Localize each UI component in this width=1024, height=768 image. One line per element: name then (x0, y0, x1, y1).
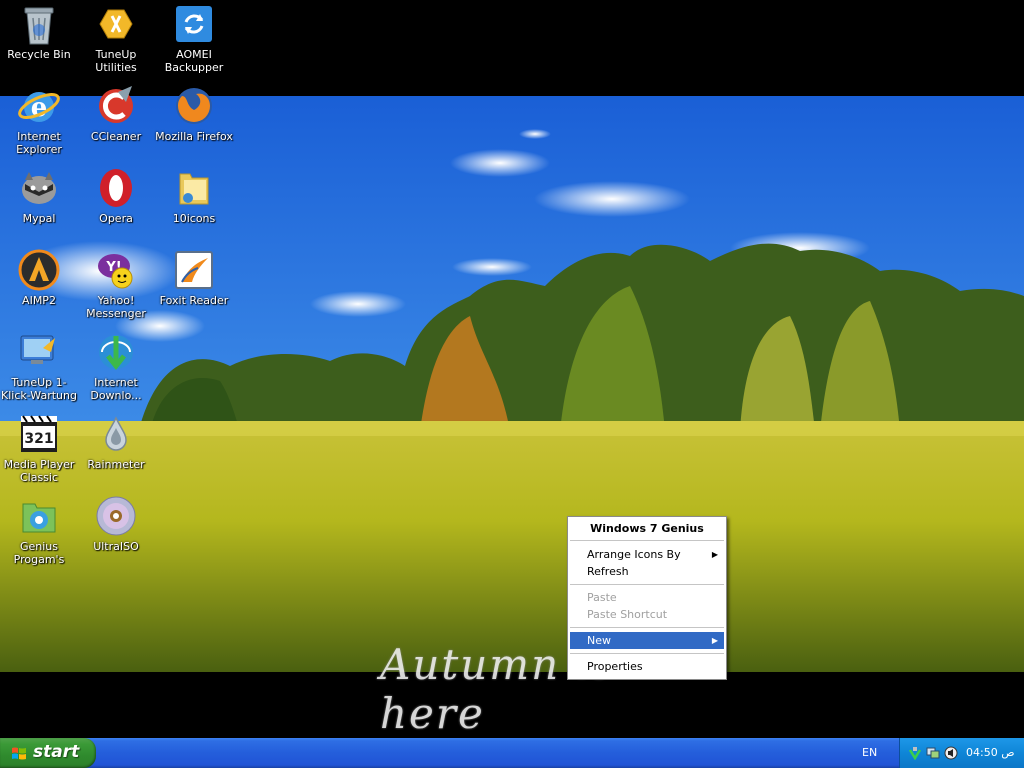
desktop-icon-label: Recycle Bin (7, 48, 71, 61)
menu-item-label: Properties (587, 660, 643, 673)
svg-text:321: 321 (24, 431, 53, 447)
folder-icon (179, 173, 209, 205)
windows-logo-icon (12, 747, 26, 760)
rainmeter-icon (105, 416, 127, 451)
submenu-arrow-icon: ▶ (711, 550, 718, 559)
desktop-icon-rainmeter[interactable]: Rainmeter (77, 412, 155, 471)
taskbar: start EN 04:50 ص (0, 738, 1024, 768)
start-button[interactable]: start (0, 738, 96, 768)
genius-programs-icon (22, 503, 56, 533)
desktop-icon-label: 10icons (172, 212, 216, 225)
desktop-icon-label: Opera (99, 212, 133, 225)
menu-item-paste[interactable]: Paste (570, 589, 724, 606)
aimp-icon (18, 249, 60, 291)
menu-separator (570, 653, 724, 654)
desktop-icon-genius-programs[interactable]: Genius Progam's (0, 494, 78, 566)
submenu-arrow-icon: ▶ (711, 636, 718, 645)
menu-item-new[interactable]: New ▶ (570, 632, 724, 649)
system-tray: 04:50 ص (899, 738, 1024, 768)
desktop-icon-foxit-reader[interactable]: Foxit Reader (155, 248, 233, 307)
menu-separator (570, 540, 724, 541)
menu-item-label: Paste (587, 591, 617, 604)
menu-separator (570, 584, 724, 585)
desktop-icon-recycle-bin[interactable]: Recycle Bin (0, 2, 78, 61)
media-player-classic-icon: 321 (21, 415, 57, 452)
desktop-icon-internet-explorer[interactable]: e Internet Explorer (0, 84, 78, 156)
desktop-icon-aomei-backupper[interactable]: AOMEI Backupper (155, 2, 233, 74)
ccleaner-icon (99, 86, 133, 123)
desktop-icon-label: Yahoo! Messenger (86, 294, 146, 320)
desktop-icon-internet-download-manager[interactable]: Internet Downlo... (77, 330, 155, 402)
menu-item-label: Arrange Icons By (587, 548, 681, 561)
desktop-icon-tuneup-1-klick-wartung[interactable]: TuneUp 1-Klick-Wartung (0, 330, 78, 402)
desktop-icon-label: Internet Downlo... (90, 376, 142, 402)
desktop-icon-10icons[interactable]: 10icons (155, 166, 233, 225)
desktop-icon-label: Genius Progam's (13, 540, 65, 566)
menu-item-refresh[interactable]: Refresh (570, 563, 724, 580)
start-label: start (33, 742, 80, 762)
desktop-icon-ccleaner[interactable]: CCleaner (77, 84, 155, 143)
menu-separator (570, 627, 724, 628)
volume-icon[interactable] (944, 746, 958, 760)
desktop-icon-media-player-classic[interactable]: 321 Media Player Classic (0, 412, 78, 484)
desktop-icon-label: Mozilla Firefox (155, 130, 233, 143)
recycle-bin-icon (24, 7, 54, 45)
ultraiso-icon (96, 496, 136, 536)
desktop-icon-aimp2[interactable]: AIMP2 (0, 248, 78, 307)
network-icon[interactable] (926, 746, 940, 760)
desktop-icon-label: AIMP2 (22, 294, 56, 307)
desktop-icon-label: TuneUp Utilities (95, 48, 137, 74)
language-indicator[interactable]: EN (862, 746, 877, 759)
menu-item-arrange-icons-by[interactable]: Arrange Icons By ▶ (570, 546, 724, 563)
menu-item-label: Paste Shortcut (587, 608, 668, 621)
desktop-icon-label: Internet Explorer (16, 130, 62, 156)
yahoo-messenger-icon: Y! (98, 254, 133, 289)
internet-download-manager-icon (99, 335, 133, 371)
desktop-icon-tuneup-utilities[interactable]: TuneUp Utilities (77, 2, 155, 74)
tuneup-utilities-icon (99, 9, 133, 39)
desktop-icon-mozilla-firefox[interactable]: Mozilla Firefox (155, 84, 233, 143)
desktop-icon-opera[interactable]: Opera (77, 166, 155, 225)
desktop-icon-label: CCleaner (90, 130, 142, 143)
menu-item-properties[interactable]: Properties (570, 658, 724, 675)
desktop-icon-label: Mypal (22, 212, 56, 225)
taskbar-clock[interactable]: 04:50 ص (966, 746, 1015, 759)
desktop-icon-yahoo-messenger[interactable]: Y! Yahoo! Messenger (77, 248, 155, 320)
mypal-icon (22, 172, 56, 204)
menu-item-paste-shortcut[interactable]: Paste Shortcut (570, 606, 724, 623)
tuneup-oneclick-icon (20, 335, 55, 364)
safely-remove-hardware-icon[interactable] (908, 746, 922, 760)
opera-icon (100, 169, 132, 207)
menu-header: Windows 7 Genius (590, 522, 704, 535)
desktop-icon-label: Rainmeter (87, 458, 145, 471)
menu-item-label: New (587, 634, 611, 647)
desktop-icon-label: Media Player Classic (3, 458, 75, 484)
desktop-icon-label: TuneUp 1-Klick-Wartung (1, 376, 77, 402)
desktop-icon-mypal[interactable]: Mypal (0, 166, 78, 225)
desktop-icon-label: UltraISO (93, 540, 139, 553)
desktop-icon-label: AOMEI Backupper (164, 48, 224, 74)
desktop-icon-ultraiso[interactable]: UltraISO (77, 494, 155, 553)
aomei-backupper-icon (176, 6, 212, 42)
firefox-icon (176, 88, 212, 124)
foxit-reader-icon (175, 251, 213, 289)
desktop-context-menu: Windows 7 Genius Arrange Icons By ▶ Refr… (567, 516, 727, 680)
menu-item-label: Refresh (587, 565, 629, 578)
desktop-icon-label: Foxit Reader (159, 294, 229, 307)
internet-explorer-icon: e (18, 92, 60, 123)
